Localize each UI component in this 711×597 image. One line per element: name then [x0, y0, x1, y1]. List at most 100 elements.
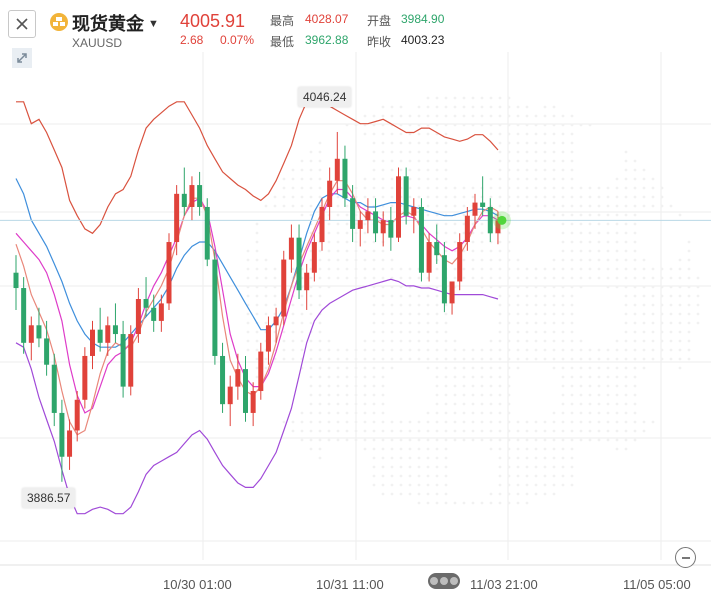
candle-body — [487, 206, 493, 234]
watermark-dot — [624, 375, 628, 379]
watermark-dot — [570, 222, 574, 226]
watermark-dot — [525, 321, 529, 325]
watermark-dot — [354, 411, 358, 415]
watermark-dot — [561, 114, 565, 118]
watermark-dot — [318, 258, 322, 262]
watermark-dot — [354, 375, 358, 379]
watermark-dot — [597, 384, 601, 388]
zoom-out-button[interactable] — [675, 547, 696, 568]
watermark-dot — [543, 312, 547, 316]
watermark-dot — [345, 222, 349, 226]
watermark-dot — [444, 321, 448, 325]
watermark-dot — [363, 357, 367, 361]
watermark-dot — [453, 366, 457, 370]
watermark-dot — [552, 258, 556, 262]
watermark-dot — [327, 438, 331, 442]
watermark-dot — [291, 204, 295, 208]
watermark-dot — [381, 375, 385, 379]
candle-body — [243, 369, 248, 413]
watermark-dot — [462, 105, 466, 109]
watermark-dot — [399, 483, 403, 487]
watermark-dot — [291, 339, 295, 343]
watermark-dot — [408, 303, 412, 307]
watermark-dot — [543, 276, 547, 280]
watermark-dot — [471, 249, 475, 253]
watermark-dot — [408, 465, 412, 469]
watermark-dot — [336, 249, 340, 253]
candlestick-chart[interactable] — [0, 0, 711, 597]
watermark-dot — [543, 132, 547, 136]
watermark-dot — [489, 195, 493, 199]
watermark-dot — [588, 240, 592, 244]
watermark-dot — [678, 357, 682, 361]
watermark-dot — [633, 186, 637, 190]
watermark-dot — [633, 393, 637, 397]
watermark-dot — [399, 159, 403, 163]
watermark-dot — [561, 249, 565, 253]
watermark-dot — [372, 348, 376, 352]
watermark-dot — [408, 447, 412, 451]
watermark-dot — [480, 501, 484, 505]
watermark-dot — [462, 186, 466, 190]
watermark-dot — [390, 204, 394, 208]
watermark-dot — [399, 285, 403, 289]
watermark-dot — [489, 105, 493, 109]
watermark-dot — [246, 330, 250, 334]
watermark-dot — [435, 447, 439, 451]
watermark-dot — [579, 249, 583, 253]
watermark-dot — [489, 438, 493, 442]
watermark-dot — [345, 357, 349, 361]
watermark-dot — [426, 186, 430, 190]
expand-button[interactable] — [12, 48, 32, 68]
watermark-dot — [399, 123, 403, 127]
caret-down-icon[interactable]: ▼ — [148, 18, 159, 30]
watermark-dot — [498, 420, 502, 424]
watermark-dot — [435, 456, 439, 460]
scroll-handle[interactable] — [428, 573, 460, 589]
watermark-dot — [426, 123, 430, 127]
watermark-dot — [372, 258, 376, 262]
instrument-selector[interactable]: 现货黄金 ▼ — [72, 10, 159, 36]
watermark-dot — [372, 456, 376, 460]
watermark-dot — [300, 159, 304, 163]
watermark-dot — [318, 429, 322, 433]
watermark-dot — [372, 267, 376, 271]
watermark-dot — [444, 447, 448, 451]
watermark-dot — [453, 267, 457, 271]
watermark-dot — [624, 222, 628, 226]
watermark-dot — [633, 375, 637, 379]
watermark-dot — [633, 411, 637, 415]
watermark-dot — [615, 195, 619, 199]
watermark-dot — [444, 465, 448, 469]
watermark-dot — [417, 195, 421, 199]
watermark-dot — [354, 186, 358, 190]
watermark-dot — [408, 186, 412, 190]
watermark-dot — [435, 465, 439, 469]
watermark-dot — [390, 339, 394, 343]
watermark-dot — [579, 420, 583, 424]
watermark-dot — [525, 492, 529, 496]
low-price-tag: 3886.57 — [22, 488, 76, 508]
watermark-dot — [687, 303, 691, 307]
watermark-dot — [507, 420, 511, 424]
watermark-dot — [444, 159, 448, 163]
watermark-dot — [471, 393, 475, 397]
watermark-dot — [579, 123, 583, 127]
watermark-dot — [552, 492, 556, 496]
close-button[interactable] — [8, 10, 36, 38]
watermark-dot — [309, 357, 313, 361]
watermark-dot — [282, 357, 286, 361]
watermark-dot — [534, 339, 538, 343]
watermark-dot — [507, 375, 511, 379]
watermark-dot — [588, 420, 592, 424]
watermark-dot — [687, 249, 691, 253]
watermark-dot — [444, 195, 448, 199]
watermark-dot — [534, 492, 538, 496]
watermark-dot — [435, 141, 439, 145]
watermark-dot — [408, 330, 412, 334]
watermark-dot — [633, 339, 637, 343]
watermark-dot — [300, 204, 304, 208]
watermark-dot — [543, 114, 547, 118]
watermark-dot — [318, 393, 322, 397]
watermark-dot — [507, 474, 511, 478]
